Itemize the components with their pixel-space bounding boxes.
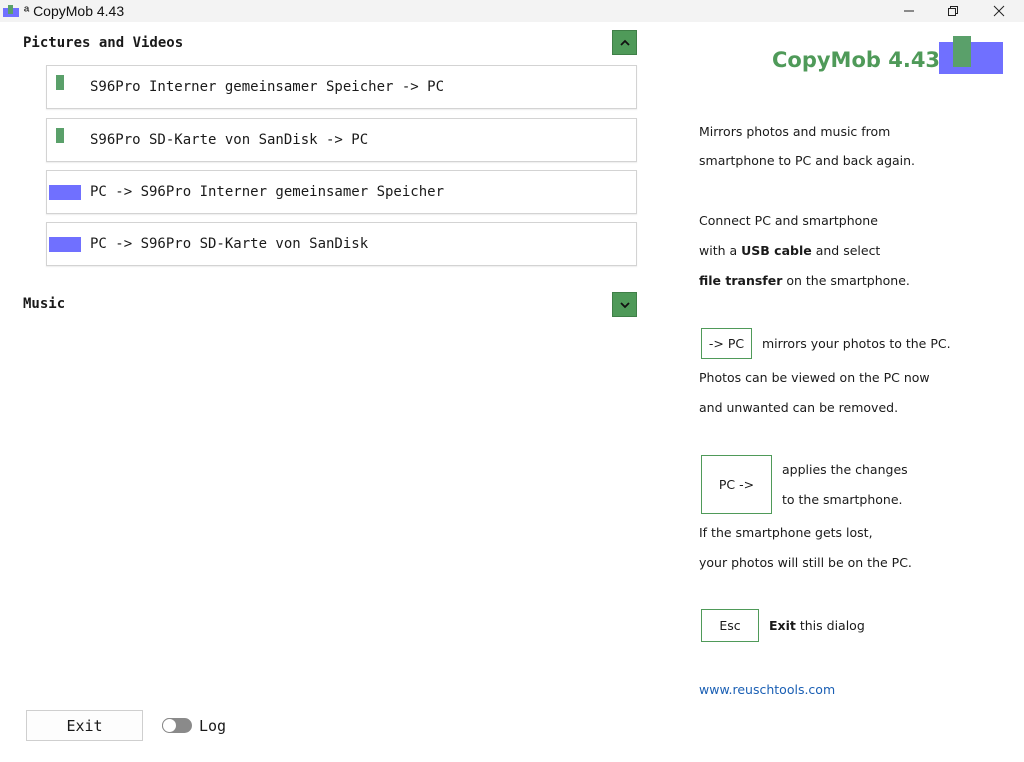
log-label: Log (199, 717, 227, 735)
collapse-pictures-button[interactable] (612, 30, 637, 55)
pc-to-phone-icon (49, 237, 81, 252)
website-link[interactable]: www.reuschtools.com (699, 682, 835, 697)
sync-item-pc-to-phone-sd[interactable]: PC -> S96Pro SD-Karte von SanDisk (46, 222, 637, 266)
section-title-pictures: Pictures and Videos (23, 35, 184, 51)
toggle-knob (162, 718, 177, 733)
expand-music-button[interactable] (612, 292, 637, 317)
restore-icon[interactable] (930, 0, 976, 22)
sync-item-phone-internal-to-pc[interactable]: S96Pro Interner gemeinsamer Speicher -> … (46, 65, 637, 109)
minimize-icon[interactable] (886, 0, 932, 22)
sync-item-label: S96Pro Interner gemeinsamer Speicher -> … (90, 79, 445, 95)
chevron-down-icon (619, 301, 630, 308)
help-connect-line1: Connect PC and smartphone (699, 213, 878, 228)
help-topc-line3: and unwanted can be removed. (699, 400, 899, 415)
window-title: ª CopyMob 4.43 (24, 3, 125, 19)
sync-item-label: S96Pro SD-Karte von SanDisk -> PC (90, 132, 369, 148)
help-intro-line1: Mirrors photos and music from (699, 124, 891, 139)
brand-title: CopyMob 4.43 (772, 48, 941, 72)
chevron-up-icon (619, 39, 630, 46)
sync-item-phone-sd-to-pc[interactable]: S96Pro SD-Karte von SanDisk -> PC (46, 118, 637, 162)
phone-to-pc-icon (56, 75, 64, 90)
help-topc-line2: Photos can be viewed on the PC now (699, 370, 930, 385)
sync-item-label: PC -> S96Pro SD-Karte von SanDisk (90, 236, 369, 252)
copymob-logo (939, 36, 1003, 76)
pc-to-phone-icon (49, 185, 81, 200)
help-frompc-desc1: applies the changes (782, 462, 908, 477)
title-bar: ª CopyMob 4.43 (0, 0, 1024, 22)
help-lost-line2: your photos will still be on the PC. (699, 555, 912, 570)
phone-to-pc-icon (56, 128, 64, 143)
esc-key: Esc (701, 609, 759, 642)
to-pc-key: -> PC (701, 328, 752, 359)
help-esc-desc: Exit this dialog (769, 618, 865, 633)
close-icon[interactable] (976, 0, 1022, 22)
help-connect-line3: file transfer on the smartphone. (699, 273, 910, 288)
help-intro-line2: smartphone to PC and back again. (699, 153, 916, 168)
from-pc-key: PC -> (701, 455, 772, 514)
section-title-music: Music (23, 296, 66, 312)
sync-item-label: PC -> S96Pro Interner gemeinsamer Speich… (90, 184, 445, 200)
log-toggle[interactable] (162, 718, 192, 733)
app-icon (3, 5, 19, 17)
exit-button[interactable]: Exit (26, 710, 143, 741)
help-connect-line2: with a USB cable and select (699, 243, 881, 258)
help-lost-line1: If the smartphone gets lost, (699, 525, 873, 540)
sync-item-pc-to-phone-internal[interactable]: PC -> S96Pro Interner gemeinsamer Speich… (46, 170, 637, 214)
help-topc-desc: mirrors your photos to the PC. (762, 336, 951, 351)
help-frompc-desc2: to the smartphone. (782, 492, 903, 507)
